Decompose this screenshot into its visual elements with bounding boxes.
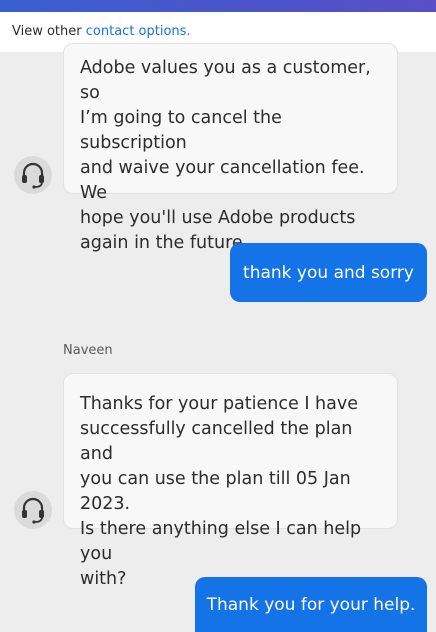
- contact-options-link[interactable]: contact options.: [86, 24, 191, 39]
- message-line: successfully cancelled the plan and: [80, 419, 353, 464]
- message-line: Adobe values you as a customer, so: [80, 58, 371, 103]
- agent-name: Naveen: [63, 343, 113, 358]
- message-line: Thanks for your patience I have: [80, 394, 358, 414]
- agent-avatar: [14, 491, 52, 529]
- message-text: Thank you for your help.: [206, 594, 416, 615]
- agent-message-bubble: Adobe values you as a customer, so I’m g…: [63, 43, 398, 253]
- headset-icon: [22, 497, 44, 524]
- agent-message-bubble: Thanks for your patience I have successf…: [63, 373, 398, 589]
- message-line: Is there anything else I can help you: [80, 519, 362, 564]
- top-accent-bar: [0, 0, 436, 12]
- user-message-bubble: thank you and sorry: [230, 243, 427, 302]
- message-line: and waive your cancellation fee. We: [80, 158, 365, 203]
- notice-text: View other: [12, 24, 82, 39]
- message-line: you can use the plan till 05 Jan 2023.: [80, 469, 351, 514]
- message-line: hope you'll use Adobe products: [80, 208, 356, 228]
- agent-avatar: [14, 156, 52, 194]
- message-text: thank you and sorry: [243, 262, 414, 283]
- message-line: I’m going to cancel the subscription: [80, 108, 282, 153]
- user-message-bubble: Thank you for your help.: [195, 577, 427, 632]
- headset-icon: [22, 162, 44, 189]
